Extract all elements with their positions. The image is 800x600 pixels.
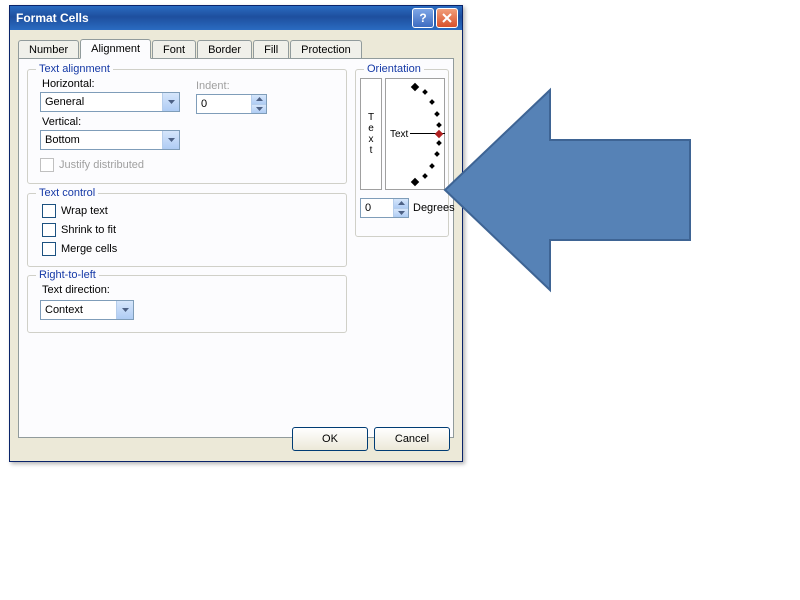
group-label: Text alignment (36, 63, 113, 75)
help-button[interactable]: ? (412, 8, 434, 28)
checkbox-box (42, 242, 56, 256)
vertical-text-t: T (368, 112, 374, 123)
text-control-group: Text control Wrap text Shrink to fit Mer… (27, 193, 347, 267)
close-button[interactable] (436, 8, 458, 28)
chevron-up-icon[interactable] (393, 199, 408, 209)
dial-tick (422, 89, 428, 95)
degrees-value: 0 (361, 199, 393, 217)
shrink-to-fit-checkbox[interactable]: Shrink to fit (42, 223, 116, 237)
format-cells-dialog: Format Cells ? Number Alignment Font Bor… (9, 5, 463, 462)
dial-tick (434, 151, 440, 157)
group-label: Right-to-left (36, 269, 99, 281)
tab-font[interactable]: Font (152, 40, 196, 59)
vertical-combo[interactable]: Bottom (40, 130, 180, 150)
tab-panel: Text alignment Horizontal: General Inden… (18, 58, 454, 438)
close-icon (442, 13, 452, 23)
horizontal-label: Horizontal: (42, 78, 95, 90)
vertical-label: Vertical: (42, 116, 81, 128)
direction-value: Context (41, 304, 116, 316)
ok-button[interactable]: OK (292, 427, 368, 451)
tab-protection[interactable]: Protection (290, 40, 362, 59)
dial-tick (411, 178, 419, 186)
text-direction-label: Text direction: (42, 284, 110, 296)
tab-border[interactable]: Border (197, 40, 252, 59)
dial-tick (429, 99, 435, 105)
chevron-down-icon (162, 131, 179, 149)
chevron-down-icon[interactable] (393, 209, 408, 218)
vertical-text-e: e (368, 123, 374, 134)
group-label: Text control (36, 187, 98, 199)
rtl-group: Right-to-left Text direction: Context (27, 275, 347, 333)
degrees-spinner[interactable]: 0 (360, 198, 409, 218)
checkbox-box (42, 204, 56, 218)
dialog-buttons: OK Cancel (292, 427, 450, 451)
tab-alignment[interactable]: Alignment (80, 39, 151, 59)
indent-label: Indent: (196, 80, 230, 92)
dial-tick (429, 163, 435, 169)
chevron-up-icon[interactable] (251, 95, 266, 105)
merge-label: Merge cells (61, 243, 117, 255)
titlebar[interactable]: Format Cells ? (10, 6, 462, 30)
vertical-text-x: x (369, 134, 374, 145)
shrink-label: Shrink to fit (61, 224, 116, 236)
dial-text: Text (390, 129, 408, 140)
spinner-buttons[interactable] (393, 199, 408, 217)
group-label: Orientation (364, 63, 424, 75)
text-direction-combo[interactable]: Context (40, 300, 134, 320)
cancel-button[interactable]: Cancel (374, 427, 450, 451)
merge-cells-checkbox[interactable]: Merge cells (42, 242, 117, 256)
horizontal-combo[interactable]: General (40, 92, 180, 112)
justify-label: Justify distributed (59, 159, 144, 171)
vertical-text-t2: t (370, 145, 373, 156)
text-alignment-group: Text alignment Horizontal: General Inden… (27, 69, 347, 184)
chevron-down-icon[interactable] (251, 105, 266, 114)
dial-tick (434, 111, 440, 117)
vertical-text-button[interactable]: T e x t (360, 78, 382, 190)
orientation-dial[interactable]: Text (385, 78, 445, 190)
orientation-group: Orientation T e x t Text (355, 69, 449, 237)
spinner-buttons[interactable] (251, 95, 266, 113)
window-title: Format Cells (16, 11, 410, 25)
checkbox-box (42, 223, 56, 237)
horizontal-value: General (41, 96, 162, 108)
chevron-down-icon (162, 93, 179, 111)
dial-tick (411, 83, 419, 91)
justify-distributed-checkbox: Justify distributed (40, 158, 144, 172)
callout-arrow-icon (440, 80, 700, 300)
tab-number[interactable]: Number (18, 40, 79, 59)
vertical-value: Bottom (41, 134, 162, 146)
indent-spinner[interactable]: 0 (196, 94, 267, 114)
indent-value: 0 (197, 95, 251, 113)
checkbox-box (40, 158, 54, 172)
wrap-label: Wrap text (61, 205, 108, 217)
tab-fill[interactable]: Fill (253, 40, 289, 59)
tabstrip: Number Alignment Font Border Fill Protec… (10, 30, 462, 58)
wrap-text-checkbox[interactable]: Wrap text (42, 204, 108, 218)
chevron-down-icon (116, 301, 133, 319)
dial-tick (422, 173, 428, 179)
